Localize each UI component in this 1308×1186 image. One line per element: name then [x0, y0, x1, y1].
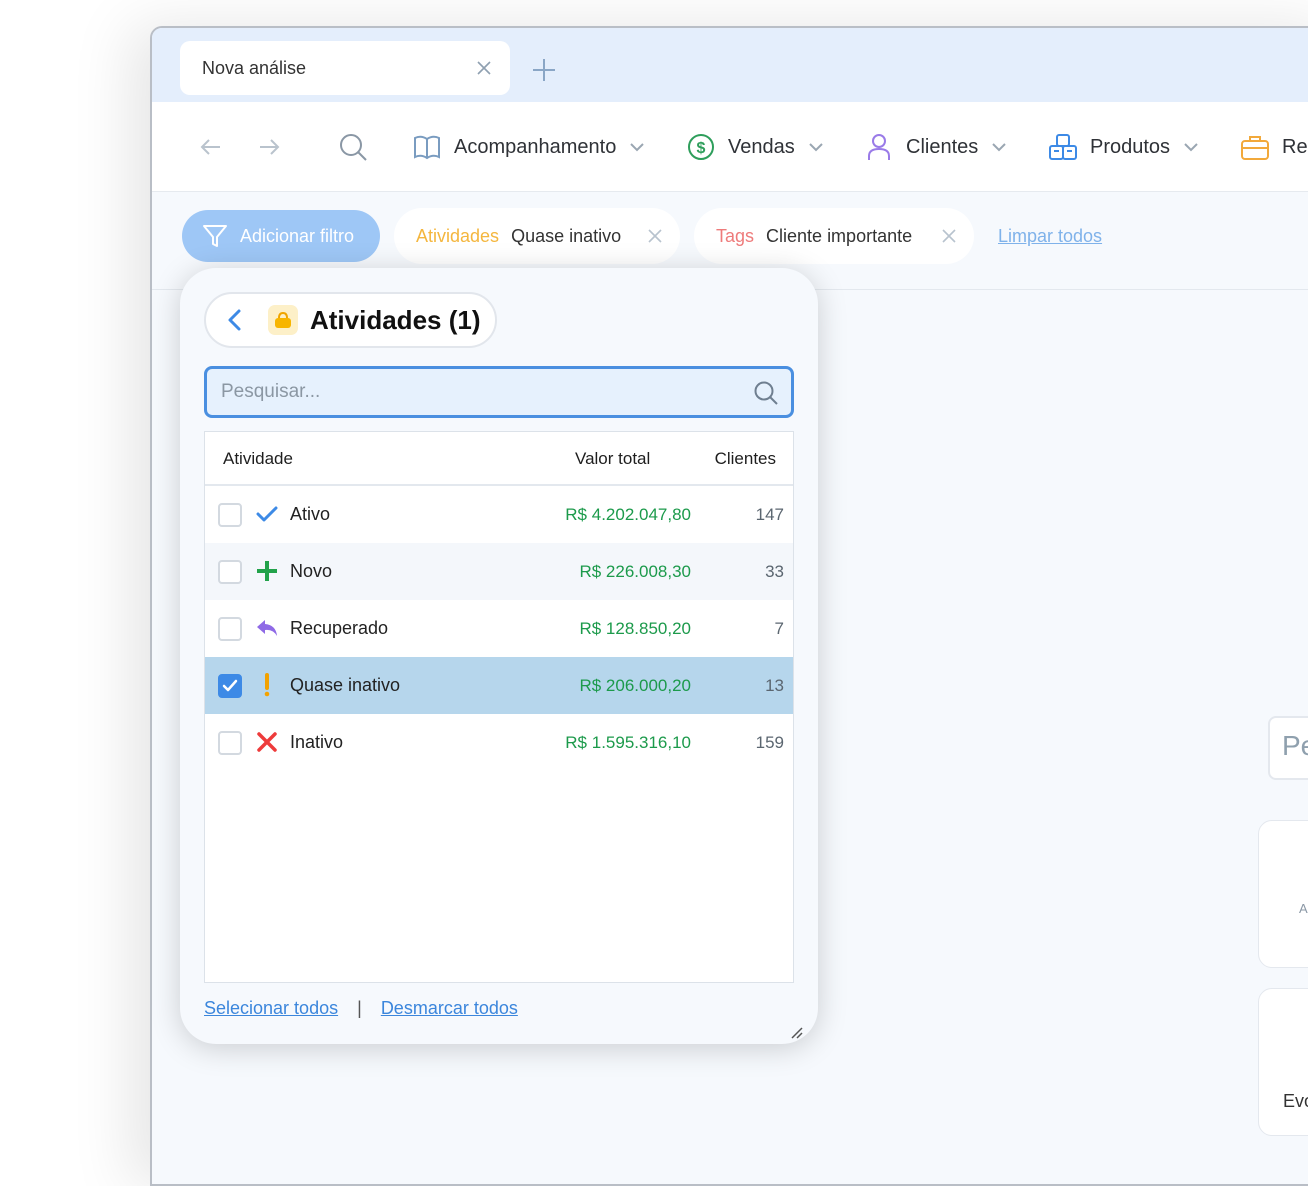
row-count: 7 — [774, 619, 784, 638]
table-header: Atividade Valor total Clientes — [205, 432, 793, 486]
row-name: Ativo — [290, 504, 331, 524]
row-checkbox-checked[interactable] — [218, 674, 242, 698]
row-checkbox[interactable] — [218, 560, 242, 584]
basket-icon — [268, 305, 298, 335]
row-name: Recuperado — [290, 618, 389, 638]
column-header-clients[interactable]: Clientes — [715, 449, 776, 469]
table-row[interactable]: Inativo R$ 1.595.316,10 159 — [205, 714, 793, 771]
menu-label: Re — [1282, 135, 1308, 158]
search-icon[interactable] — [753, 380, 779, 406]
background-card: A — [1258, 820, 1308, 968]
chevron-down-icon — [630, 143, 645, 152]
chip-value: Quase inativo — [511, 225, 622, 246]
row-checkbox[interactable] — [218, 503, 242, 527]
chip-key: Tags — [716, 225, 755, 246]
row-name: Novo — [290, 561, 333, 581]
card-text: Evo — [1283, 1091, 1308, 1111]
search-box — [204, 366, 794, 418]
add-filter-button[interactable]: Adicionar filtro — [182, 210, 380, 262]
filter-icon — [203, 225, 227, 247]
table-row[interactable]: Recuperado R$ 128.850,20 7 — [205, 600, 793, 657]
menu-clientes[interactable]: Clientes — [864, 128, 1008, 166]
menu-label: Vendas — [728, 135, 795, 158]
popup-title: Atividades (1) — [310, 304, 481, 335]
row-value: R$ 226.008,30 — [579, 562, 691, 581]
checkmark-icon — [222, 679, 238, 692]
briefcase-icon — [1240, 132, 1270, 162]
link-separator: | — [357, 998, 362, 1018]
activities-table: Atividade Valor total Clientes Ativo R$ … — [204, 431, 794, 983]
menu-label: Produtos — [1090, 135, 1171, 158]
check-icon — [255, 502, 279, 526]
activities-filter-popup: Atividades (1) Atividade Valor total Cli… — [180, 268, 818, 1044]
selection-links: Selecionar todos | Desmarcar todos — [204, 998, 518, 1019]
background-input[interactable]: Pe — [1268, 716, 1308, 780]
tab-bar: Nova análise — [152, 28, 1308, 102]
menu-label: Clientes — [906, 135, 979, 158]
table-row[interactable]: Novo R$ 226.008,30 33 — [205, 543, 793, 600]
chevron-down-icon — [992, 143, 1006, 152]
row-checkbox[interactable] — [218, 731, 242, 755]
close-icon[interactable] — [646, 227, 664, 245]
row-count: 33 — [765, 562, 784, 581]
row-value: R$ 4.202.047,80 — [565, 505, 691, 524]
boxes-icon — [1048, 132, 1078, 162]
arrow-right-icon[interactable] — [256, 134, 282, 160]
close-icon[interactable] — [474, 58, 494, 78]
menu-produtos[interactable]: Produtos — [1048, 128, 1200, 166]
select-all-link[interactable]: Selecionar todos — [204, 998, 338, 1018]
background-card: Evo — [1258, 988, 1308, 1136]
close-icon[interactable] — [940, 227, 958, 245]
tab-title: Nova análise — [202, 57, 307, 78]
menu-relatorios[interactable]: Re — [1240, 128, 1308, 166]
row-name: Inativo — [290, 732, 344, 752]
dollar-icon: $ — [686, 132, 716, 162]
book-icon — [412, 132, 442, 162]
search-input[interactable] — [207, 369, 791, 415]
plus-icon — [255, 559, 279, 583]
column-header-activity[interactable]: Atividade — [223, 449, 293, 469]
user-icon — [864, 132, 894, 162]
row-value: R$ 128.850,20 — [579, 619, 691, 638]
row-count: 159 — [755, 733, 784, 752]
menu-acompanhamento[interactable]: Acompanhamento — [412, 128, 646, 166]
nav-bar: Acompanhamento $ Vendas Clientes Produto… — [152, 102, 1308, 192]
row-checkbox[interactable] — [218, 617, 242, 641]
chevron-left-icon[interactable] — [222, 307, 248, 333]
search-icon[interactable] — [338, 132, 368, 162]
filter-chip-tags[interactable]: Tags Cliente importante — [694, 208, 974, 264]
reply-arrow-icon — [255, 616, 279, 640]
plus-icon[interactable] — [530, 56, 558, 84]
arrow-left-icon[interactable] — [198, 134, 224, 160]
row-value: R$ 206.000,20 — [579, 676, 691, 695]
column-header-total[interactable]: Valor total — [575, 449, 650, 469]
row-value: R$ 1.595.316,10 — [565, 733, 691, 752]
table-row-selected[interactable]: Quase inativo R$ 206.000,20 13 — [205, 657, 793, 714]
row-name: Quase inativo — [290, 675, 401, 695]
chip-value: Cliente importante — [766, 225, 913, 246]
clear-all-link[interactable]: Limpar todos — [998, 226, 1102, 247]
x-icon — [255, 730, 279, 754]
exclamation-icon — [255, 673, 279, 697]
chevron-down-icon — [809, 143, 823, 152]
svg-text:$: $ — [697, 140, 706, 157]
chevron-down-icon — [1184, 143, 1198, 152]
filter-chip-atividades[interactable]: Atividades Quase inativo — [394, 208, 680, 264]
tab-nova-analise[interactable]: Nova análise — [180, 41, 510, 95]
card-text: A — [1299, 901, 1308, 916]
menu-label: Acompanhamento — [454, 135, 617, 158]
resize-handle-icon[interactable] — [788, 1024, 804, 1040]
deselect-all-link[interactable]: Desmarcar todos — [381, 998, 518, 1018]
menu-vendas[interactable]: $ Vendas — [686, 128, 825, 166]
popup-header: Atividades (1) — [204, 292, 497, 348]
row-count: 13 — [765, 676, 784, 695]
add-filter-label: Adicionar filtro — [240, 225, 355, 246]
row-count: 147 — [755, 505, 784, 524]
chip-key: Atividades — [416, 225, 500, 246]
table-row[interactable]: Ativo R$ 4.202.047,80 147 — [205, 486, 793, 543]
